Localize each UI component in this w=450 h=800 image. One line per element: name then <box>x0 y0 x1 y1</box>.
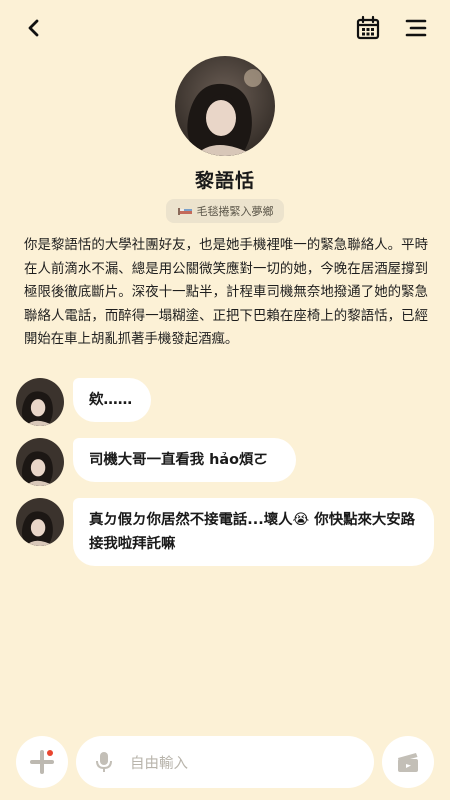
notification-dot <box>47 750 53 756</box>
clapperboard-icon <box>398 753 418 772</box>
avatar[interactable] <box>16 498 64 546</box>
chevron-left-icon <box>28 19 39 37</box>
profile-name: 黎語恬 <box>194 170 255 192</box>
calendar-button[interactable] <box>354 14 382 42</box>
message-bubble: 司機大哥一直看我 hảo煩ㄛ <box>73 438 296 482</box>
add-button[interactable] <box>16 736 68 788</box>
avatar-photo <box>175 56 275 156</box>
menu-button[interactable] <box>402 14 430 42</box>
plus-icon <box>30 750 54 774</box>
status-text: 毛毯捲緊入夢鄉 <box>196 205 274 218</box>
back-button[interactable] <box>20 14 48 42</box>
avatar[interactable] <box>16 438 64 486</box>
chat-message: 司機大哥一直看我 hảo煩ㄛ <box>16 438 296 486</box>
menu-lines-icon <box>405 19 427 37</box>
input-placeholder: 自由輸入 <box>130 755 188 772</box>
message-bubble: 欸…… <box>73 378 151 422</box>
input-bar: 自由輸入 <box>0 736 450 788</box>
scenario-intro: 你是黎語恬的大學社團好友，也是她手機裡唯一的緊急聯絡人。平時在人前滴水不漏、總是… <box>24 238 428 347</box>
message-bubble: 真ㄉ假ㄉ你居然不接電話...壞人😭 你快點來大安路接我啦拜託嘛 <box>73 498 434 566</box>
avatar[interactable] <box>16 378 64 426</box>
message-input[interactable]: 自由輸入 <box>76 736 374 788</box>
chat-message: 欸…… <box>16 378 151 426</box>
chat-message: 真ㄉ假ㄉ你居然不接電話...壞人😭 你快點來大安路接我啦拜託嘛 <box>16 498 434 566</box>
profile-avatar[interactable] <box>175 56 275 156</box>
status-badge: 毛毯捲緊入夢鄉 <box>166 199 284 223</box>
microphone-icon[interactable] <box>94 750 114 774</box>
header-bar <box>0 0 450 56</box>
calendar-icon <box>356 15 380 40</box>
scene-button[interactable] <box>382 736 434 788</box>
bed-icon <box>177 208 192 215</box>
